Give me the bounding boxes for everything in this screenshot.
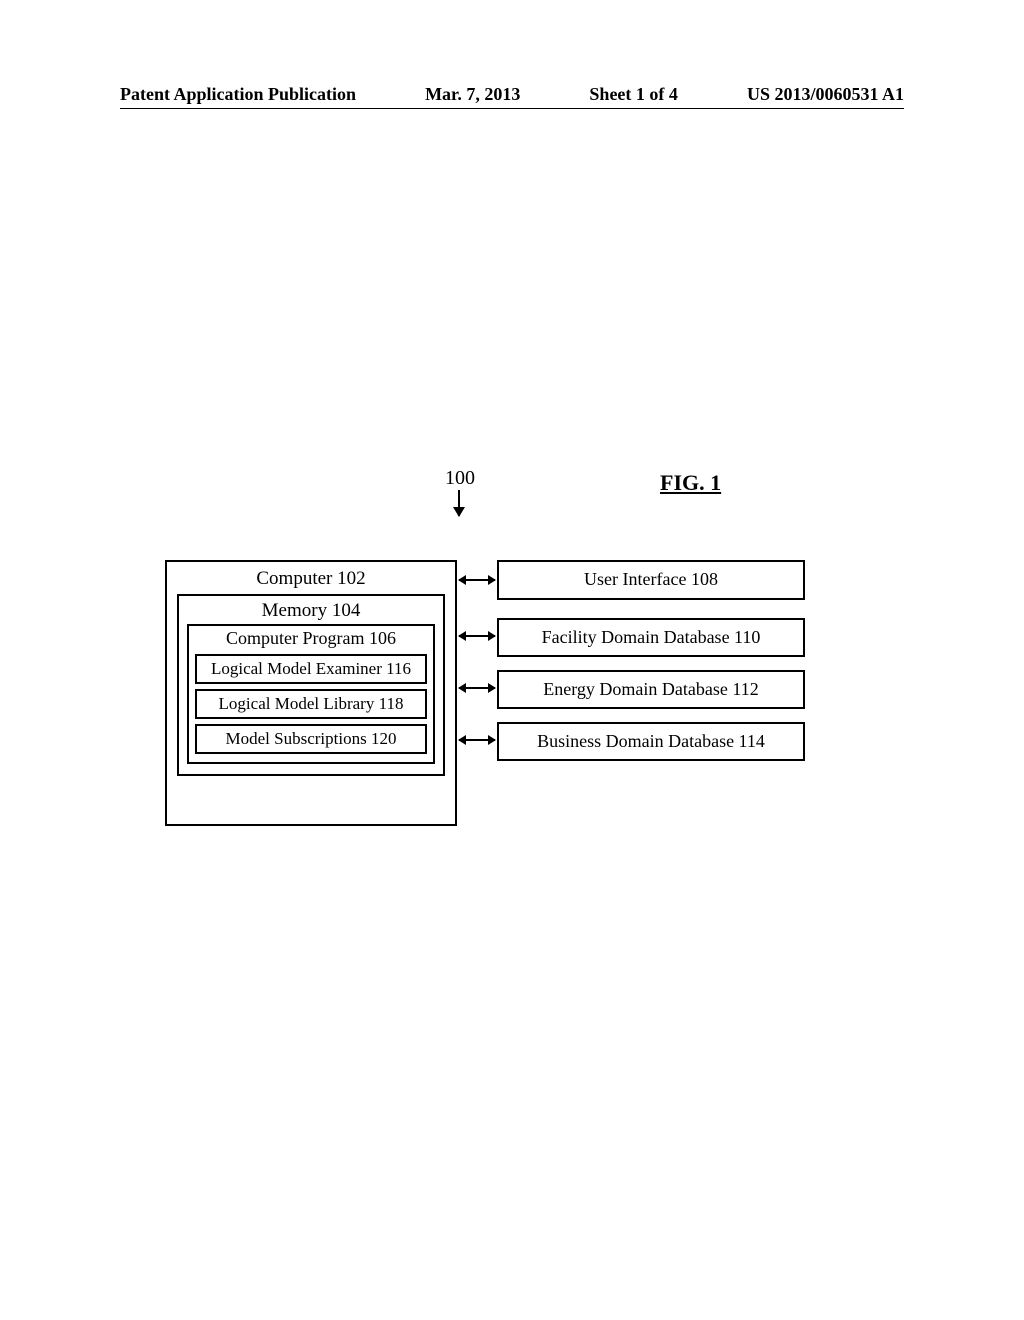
program-block: Computer Program 106 Logical Model Exami… xyxy=(187,624,435,764)
examiner-block: Logical Model Examiner 116 xyxy=(195,654,427,684)
connector-arrow-icon xyxy=(459,739,495,741)
header-publication: Patent Application Publication xyxy=(120,84,356,105)
connector-arrow-icon xyxy=(459,687,495,689)
connector-arrow-icon xyxy=(459,579,495,581)
figure-label: FIG. 1 xyxy=(660,470,721,496)
business-db-block: Business Domain Database 114 xyxy=(497,722,805,761)
program-label: Computer Program 106 xyxy=(195,628,427,649)
user-interface-block: User Interface 108 xyxy=(497,560,805,600)
header-sheet: Sheet 1 of 4 xyxy=(589,84,678,105)
connector-arrow-icon xyxy=(459,635,495,637)
header-date: Mar. 7, 2013 xyxy=(425,84,520,105)
figure-reference-number: 100 xyxy=(445,467,475,490)
energy-db-block: Energy Domain Database 112 xyxy=(497,670,805,709)
reference-arrow-icon xyxy=(458,490,460,516)
computer-label: Computer 102 xyxy=(167,568,455,590)
header-pubno: US 2013/0060531 A1 xyxy=(747,84,904,105)
facility-db-block: Facility Domain Database 110 xyxy=(497,618,805,657)
page-header: Patent Application Publication Mar. 7, 2… xyxy=(120,84,904,105)
header-rule xyxy=(120,108,904,109)
memory-block: Memory 104 Computer Program 106 Logical … xyxy=(177,594,445,776)
library-block: Logical Model Library 118 xyxy=(195,689,427,719)
subscriptions-block: Model Subscriptions 120 xyxy=(195,724,427,754)
memory-label: Memory 104 xyxy=(187,600,435,622)
computer-block: Computer 102 Memory 104 Computer Program… xyxy=(165,560,457,826)
